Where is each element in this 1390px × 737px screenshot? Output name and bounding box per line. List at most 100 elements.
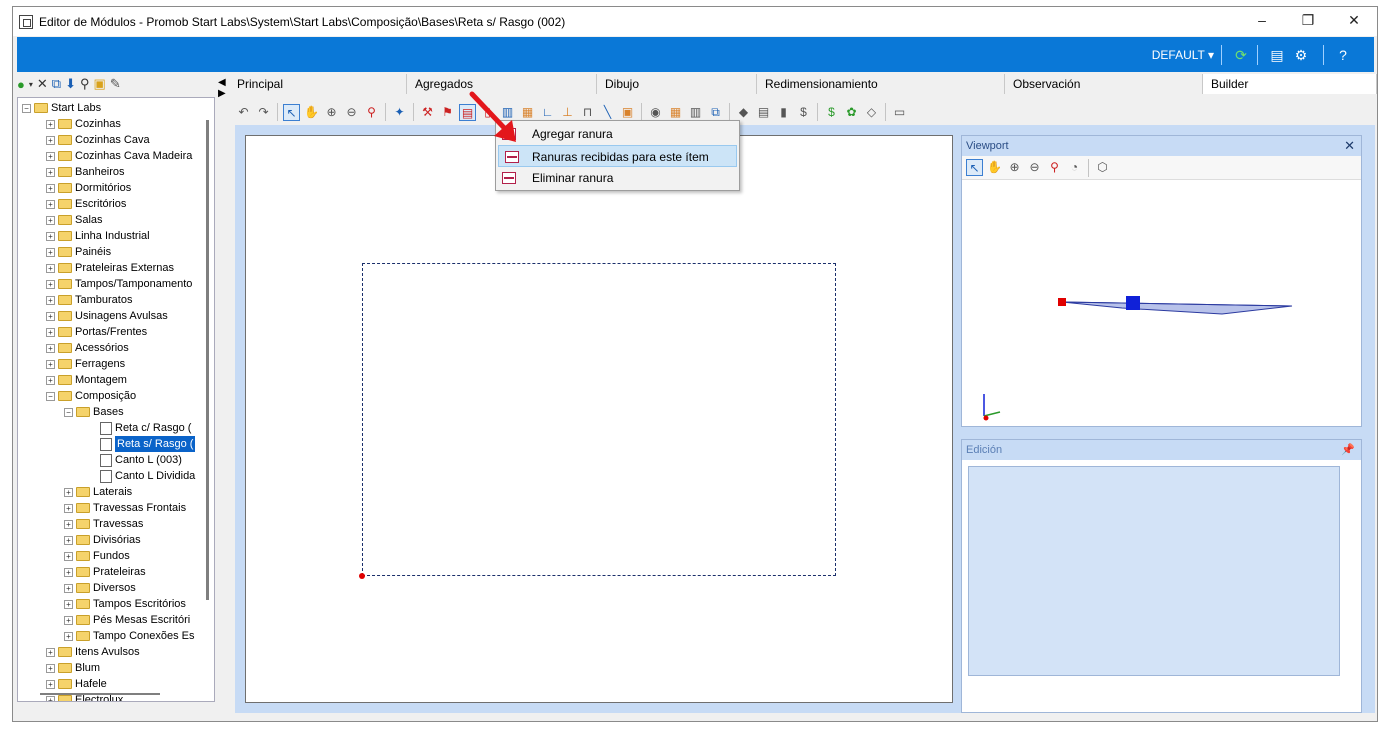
tree-leaf[interactable]: Canto L Dividida — [100, 468, 195, 484]
menu-item-received-grooves[interactable]: Ranuras recibidas para este ítem — [498, 145, 737, 167]
edicion-properties[interactable] — [968, 466, 1340, 676]
catalog-icon[interactable]: ▤ — [1268, 46, 1286, 64]
move-down-icon[interactable]: ⬇ — [65, 76, 76, 92]
hardware-icon[interactable]: ⚑ — [439, 104, 456, 121]
module-outline[interactable] — [362, 263, 836, 576]
close-icon[interactable]: ✕ — [1344, 138, 1355, 154]
copy-item-icon[interactable]: ⧉ — [707, 104, 724, 121]
undo-icon[interactable]: ↶ — [235, 104, 252, 121]
view-options-icon[interactable]: ▭ — [891, 104, 908, 121]
tree-item[interactable]: + Tampos/Tamponamento — [46, 276, 192, 292]
money-bag-icon[interactable]: $ — [795, 104, 812, 121]
orbit-icon[interactable]: ◔ — [1066, 159, 1083, 176]
redo-icon[interactable]: ↷ — [255, 104, 272, 121]
tree-item[interactable]: + Fundos — [64, 548, 130, 564]
zoom-out-icon[interactable]: ⊖ — [1026, 159, 1043, 176]
tree-item[interactable]: + Tamburatos — [46, 292, 132, 308]
dropdown-icon[interactable]: ▾ — [29, 80, 33, 89]
menu-item-delete-groove[interactable]: Eliminar ranura — [496, 167, 739, 189]
zoom-in-icon[interactable]: ⊕ — [1006, 159, 1023, 176]
tree-item[interactable]: + Tampos Escritórios — [64, 596, 186, 612]
tree-item[interactable]: + Divisórias — [64, 532, 141, 548]
tree-item[interactable]: + Prateleiras — [64, 564, 146, 580]
tree-item[interactable]: + Prateleiras Externas — [46, 260, 174, 276]
cabinet-icon[interactable]: ▤ — [755, 104, 772, 121]
material-icon[interactable]: ✿ — [843, 104, 860, 121]
help-icon[interactable]: ? — [1334, 46, 1352, 64]
pin-icon[interactable]: 📌 — [1341, 443, 1355, 456]
tab-observacion[interactable]: Observación — [1005, 74, 1203, 94]
tree-item[interactable]: + Usinagens Avulsas — [46, 308, 168, 324]
select-pointer-icon[interactable]: ↖ — [283, 103, 300, 121]
tree-item[interactable]: + Dormitórios — [46, 180, 131, 196]
tree-leaf[interactable]: Canto L (003) — [100, 452, 182, 468]
render-icon[interactable]: ◉ — [647, 104, 664, 121]
minimize-button[interactable]: – — [1239, 7, 1285, 36]
tree-item[interactable]: + Linha Industrial — [46, 228, 150, 244]
drill-icon[interactable]: ⚒ — [419, 104, 436, 121]
tree-item[interactable]: + Painéis — [46, 244, 111, 260]
tree-item[interactable]: + Travessas Frontais — [64, 500, 186, 516]
menu-item-add-groove[interactable]: Agregar ranura — [496, 123, 739, 145]
tree-item[interactable]: + Pés Mesas Escritóri — [64, 612, 190, 628]
grid-icon[interactable]: ▦ — [667, 104, 684, 121]
tree-item[interactable]: + Banheiros — [46, 164, 125, 180]
tree-horizontal-scrollbar[interactable] — [40, 693, 160, 695]
copy-icon[interactable]: ⧉ — [52, 76, 61, 92]
new-item-icon[interactable]: ✦ — [391, 104, 408, 121]
tree-item[interactable]: + Cozinhas Cava Madeira — [46, 148, 192, 164]
tree-item[interactable]: + Travessas — [64, 516, 143, 532]
tree-item[interactable]: + Hafele — [46, 676, 107, 692]
select-pointer-icon[interactable]: ↖ — [966, 159, 983, 176]
eraser-icon[interactable]: ◇ — [863, 104, 880, 121]
tree-item[interactable]: + Acessórios — [46, 340, 129, 356]
tree-item[interactable]: + Cozinhas Cava — [46, 132, 150, 148]
tree-leaf[interactable]: Reta c/ Rasgo ( — [100, 420, 191, 436]
find-icon[interactable]: ⚲ — [80, 76, 90, 92]
line-icon[interactable]: ╲ — [599, 104, 616, 121]
tree-item[interactable]: + Montagem — [46, 372, 127, 388]
tree-item[interactable]: − Composição — [46, 388, 136, 404]
tools-icon[interactable]: ✎ — [110, 76, 121, 92]
folder-sync-icon[interactable]: ▣ — [94, 76, 106, 92]
insert-icon[interactable]: ▣ — [619, 104, 636, 121]
back-icon[interactable]: ● — [17, 77, 25, 92]
tree-leaf-selected[interactable]: Reta s/ Rasgo ( — [100, 436, 196, 452]
tree-item[interactable]: + Portas/Frentes — [46, 324, 147, 340]
door-icon[interactable]: ▮ — [775, 104, 792, 121]
maximize-button[interactable]: ❐ — [1285, 7, 1331, 36]
price-icon[interactable]: $ — [823, 104, 840, 121]
tab-dibujo[interactable]: Dibujo — [597, 74, 757, 94]
align-bottom-icon[interactable]: ⊥ — [559, 104, 576, 121]
zoom-out-icon[interactable]: ⊖ — [343, 104, 360, 121]
viewport-3d-view[interactable] — [962, 180, 1361, 426]
tree-item[interactable]: + Salas — [46, 212, 103, 228]
pan-hand-icon[interactable]: ✋ — [986, 159, 1003, 176]
tree-item[interactable]: + Blum — [46, 660, 100, 676]
angle-icon[interactable]: ∟ — [539, 104, 556, 121]
tree-item[interactable]: + Escritórios — [46, 196, 126, 212]
profile-dropdown[interactable]: DEFAULT ▾ — [1152, 48, 1214, 62]
frame-icon[interactable]: ⊓ — [579, 104, 596, 121]
tab-redimensionamiento[interactable]: Redimensionamiento — [757, 74, 1005, 94]
collapse-panel-icon[interactable]: ◀ ▶ — [218, 77, 226, 99]
tab-builder[interactable]: Builder — [1203, 74, 1377, 94]
zoom-in-icon[interactable]: ⊕ — [323, 104, 340, 121]
tree-item[interactable]: + Itens Avulsos — [46, 644, 140, 660]
delete-icon[interactable]: ✕ — [37, 76, 48, 92]
tree-item[interactable]: + Tampo Conexões Es — [64, 628, 195, 644]
settings-icon[interactable]: ⚙ — [1292, 46, 1310, 64]
tree-item[interactable]: + Cozinhas — [46, 116, 121, 132]
close-button[interactable]: ✕ — [1331, 7, 1377, 36]
tree-root[interactable]: − Start Labs — [22, 100, 101, 116]
tree-item[interactable]: + Ferragens — [46, 356, 125, 372]
columns-icon[interactable]: ▥ — [687, 104, 704, 121]
zoom-extents-icon[interactable]: ⚲ — [363, 104, 380, 121]
refresh-icon[interactable]: ⟳ — [1232, 46, 1250, 64]
tab-principal[interactable]: Principal — [229, 74, 407, 94]
tree-item-bases[interactable]: − Bases — [64, 404, 124, 420]
drawing-canvas[interactable] — [245, 135, 953, 703]
tree-item[interactable]: + Diversos — [64, 580, 136, 596]
cube-icon[interactable]: ◆ — [735, 104, 752, 121]
tree-item[interactable]: + Laterais — [64, 484, 132, 500]
